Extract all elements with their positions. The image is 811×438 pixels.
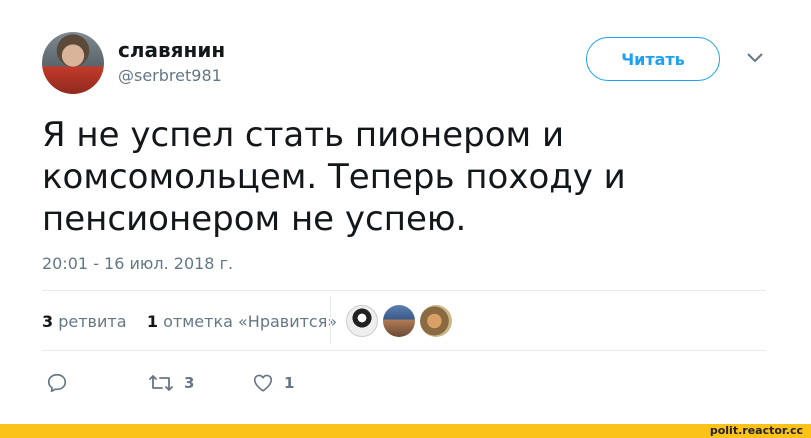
chevron-down-icon[interactable] bbox=[746, 52, 764, 64]
like-count: 1 bbox=[284, 374, 295, 392]
divider bbox=[42, 350, 766, 351]
follow-button[interactable]: Читать bbox=[586, 37, 720, 81]
reply-button[interactable] bbox=[46, 370, 68, 396]
watermark: polit.reactor.cc bbox=[709, 424, 803, 437]
tweet-text-line: пенсионером не успею. bbox=[42, 199, 467, 239]
retweet-icon bbox=[149, 375, 173, 391]
liker-avatar[interactable] bbox=[346, 305, 378, 337]
heart-icon bbox=[253, 374, 273, 392]
tweet-timestamp[interactable]: 20:01 - 16 июл. 2018 г. bbox=[42, 254, 233, 273]
tweet-text-line: Я не успел стать пионером и bbox=[42, 115, 565, 155]
liker-avatar[interactable] bbox=[383, 305, 415, 337]
tweet-text: Я не успел стать пионером и комсомольцем… bbox=[42, 114, 742, 240]
like-button[interactable]: 1 bbox=[252, 370, 294, 396]
display-name[interactable]: славянин bbox=[118, 38, 225, 62]
likes-label[interactable]: отметка «Нравится» bbox=[163, 312, 337, 331]
profile-avatar[interactable] bbox=[42, 32, 104, 94]
liker-avatar[interactable] bbox=[420, 305, 452, 337]
tweet-text-line: комсомольцем. Теперь походу и bbox=[42, 157, 626, 197]
retweet-button[interactable]: 3 bbox=[148, 370, 194, 396]
user-handle[interactable]: @serbret981 bbox=[118, 66, 222, 85]
divider bbox=[42, 290, 766, 291]
likes-count[interactable]: 1 bbox=[147, 312, 158, 331]
stats-separator bbox=[330, 296, 331, 344]
footer-bar bbox=[0, 424, 811, 438]
retweet-count: 3 bbox=[184, 374, 195, 392]
retweets-label[interactable]: ретвита bbox=[58, 312, 126, 331]
reply-icon bbox=[47, 373, 67, 393]
retweets-count[interactable]: 3 bbox=[42, 312, 53, 331]
tweet-stats: 3 ретвита 1 отметка «Нравится» bbox=[42, 312, 337, 331]
